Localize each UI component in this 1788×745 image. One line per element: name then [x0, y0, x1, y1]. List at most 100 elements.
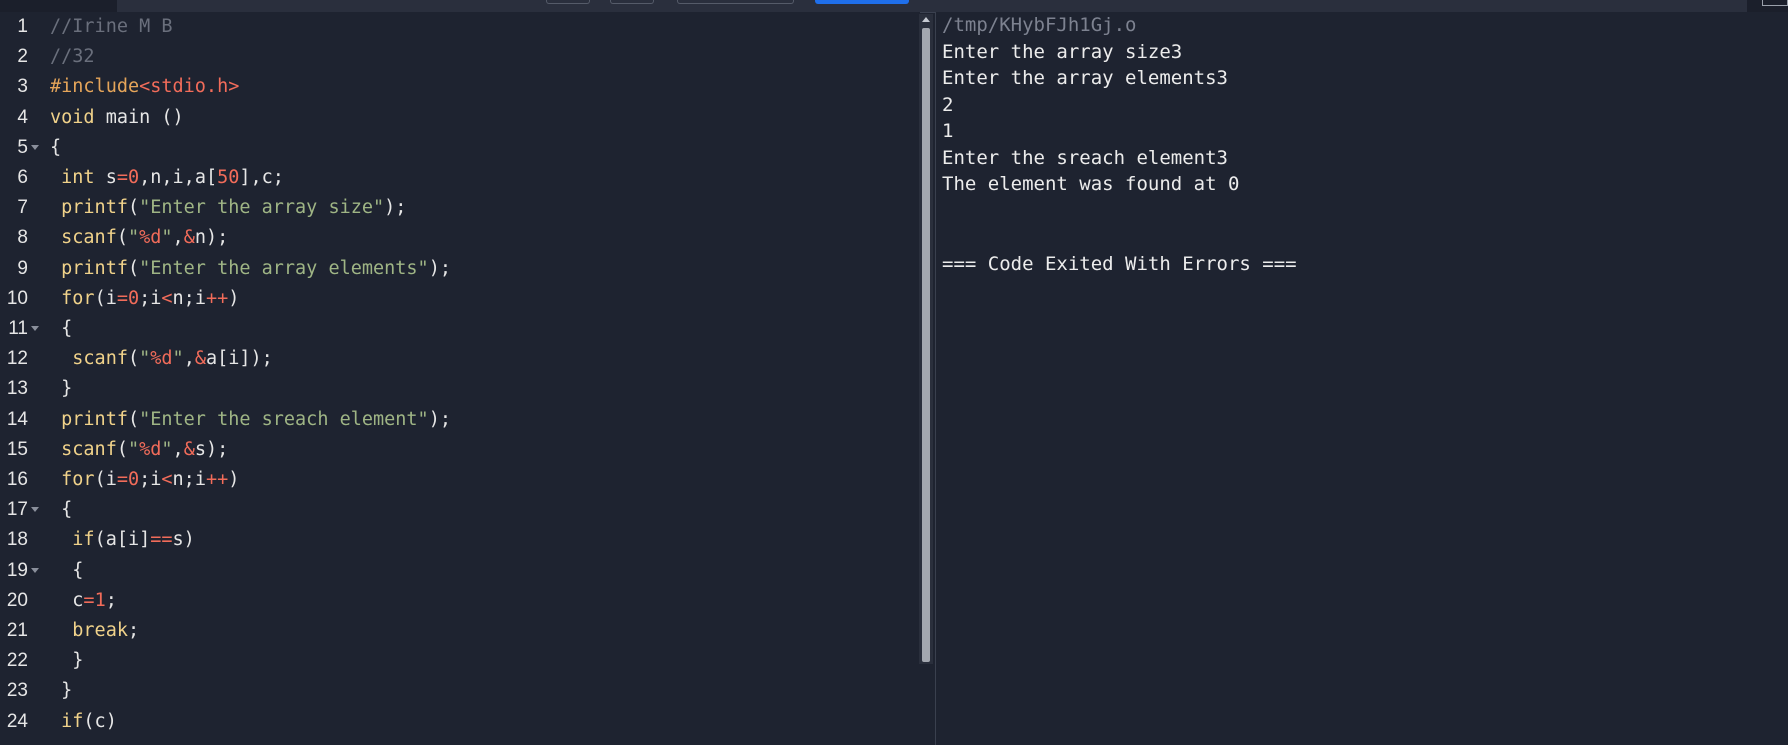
code-line[interactable]: 24 if(c): [0, 707, 900, 737]
code-line[interactable]: 15 scanf("%d",&s);: [0, 435, 900, 465]
code-token: }: [50, 650, 84, 672]
code-token: ;i: [139, 287, 162, 309]
window-control-icon[interactable]: [1762, 0, 1788, 6]
code-token: a[i]);: [205, 348, 273, 370]
code-line[interactable]: 23 }: [0, 676, 900, 706]
fold-arrow-icon[interactable]: [31, 326, 39, 331]
code-token: c: [50, 589, 84, 611]
line-number: 9: [17, 257, 28, 279]
code-token: %d: [150, 348, 173, 370]
code-token: &: [183, 438, 195, 460]
code-line[interactable]: 22 }: [0, 646, 900, 676]
code-line[interactable]: 6 int s=0,n,i,a[50],c;: [0, 163, 900, 193]
output-console: /tmp/KHybFJh1Gj.o Enter the array size3 En…: [936, 12, 1788, 745]
code-line[interactable]: 19 {: [0, 556, 900, 586]
code-line[interactable]: 17 {: [0, 495, 900, 525]
code-line[interactable]: 14 printf("Enter the sreach element");: [0, 405, 900, 435]
line-number: 7: [17, 197, 28, 219]
line-number: 13: [6, 378, 28, 400]
line-number: 5: [17, 136, 28, 158]
code-token: ;i: [139, 469, 162, 490]
output-line: Enter the array elements3: [942, 67, 1228, 89]
code-editor[interactable]: 1 //Irine M B 2 //32 3 #include<stdio.h> 4 void…: [0, 12, 920, 745]
code-token: %d: [139, 438, 162, 460]
code-token: =: [83, 589, 95, 611]
toolbar-button-3[interactable]: [677, 0, 794, 4]
code-text: break;: [50, 616, 139, 646]
code-token: if: [61, 710, 84, 732]
scroll-thumb[interactable]: [922, 28, 930, 662]
run-button[interactable]: [815, 0, 909, 4]
output-line: === Code Exited With Errors ===: [942, 252, 1297, 275]
code-token: ): [228, 469, 240, 490]
code-text: for(i=0;i<n;i++): [50, 465, 239, 495]
code-token: %d: [139, 227, 162, 249]
output-line: 1: [942, 120, 954, 142]
code-line[interactable]: 2 //32: [0, 42, 900, 72]
code-token: {: [50, 499, 73, 521]
line-number: 18: [6, 529, 28, 551]
code-line[interactable]: 9 printf("Enter the array elements");: [0, 254, 900, 284]
code-token: 0: [127, 469, 140, 490]
code-token: (: [127, 257, 140, 279]
code-text: //Irine M B: [50, 12, 173, 42]
code-token: 1: [94, 589, 106, 611]
code-token: void: [50, 106, 95, 128]
code-line[interactable]: 18 if(a[i]==s): [0, 525, 900, 555]
code-token: s: [94, 167, 117, 188]
code-token: (: [127, 408, 140, 430]
line-number: 16: [6, 469, 28, 490]
scroll-up-arrow-icon[interactable]: [922, 17, 930, 22]
code-line[interactable]: 4 void main (): [0, 103, 900, 133]
toolbar-button-1[interactable]: [546, 0, 590, 4]
code-token: (: [116, 438, 128, 460]
code-text: }: [50, 676, 72, 706]
code-token: ): [228, 287, 240, 309]
code-line[interactable]: 12 scanf("%d",&a[i]);: [0, 344, 900, 374]
code-line[interactable]: 8 scanf("%d",&n);: [0, 223, 900, 253]
code-line[interactable]: 16 for(i=0;i<n;i++): [0, 465, 900, 495]
code-token: break: [72, 620, 128, 641]
code-line[interactable]: 21 break;: [0, 616, 900, 646]
code-line[interactable]: 1 //Irine M B: [0, 12, 900, 42]
editor-scrollbar[interactable]: [919, 14, 933, 664]
code-token: scanf: [61, 227, 117, 249]
line-number: 3: [17, 76, 28, 98]
code-text: scanf("%d",&s);: [50, 435, 228, 465]
fold-arrow-icon[interactable]: [31, 507, 39, 513]
code-token: int: [61, 167, 95, 188]
code-line[interactable]: 11 {: [0, 314, 900, 344]
code-text: printf("Enter the sreach element");: [50, 405, 451, 435]
code-token: ": [139, 348, 151, 370]
fold-arrow-icon[interactable]: [31, 567, 39, 573]
code-line[interactable]: 3 #include<stdio.h>: [0, 72, 900, 102]
code-token: {: [50, 136, 62, 158]
code-token: n;i: [172, 287, 206, 309]
code-line[interactable]: 7 printf("Enter the array size");: [0, 193, 900, 223]
code-token: printf: [61, 197, 128, 219]
code-token: ": [127, 438, 140, 460]
code-token: );: [428, 408, 451, 430]
code-token: "Enter the sreach element": [139, 408, 429, 430]
code-token: ": [127, 227, 140, 249]
code-token: 50: [217, 167, 240, 188]
code-token: );: [428, 257, 451, 279]
line-number: 20: [6, 589, 28, 611]
fold-arrow-icon[interactable]: [31, 144, 39, 150]
code-token: ;: [127, 620, 140, 641]
code-token: 0: [127, 287, 140, 309]
toolbar-button-2[interactable]: [610, 0, 654, 4]
code-token: printf: [61, 257, 128, 279]
code-line[interactable]: 5{: [0, 133, 900, 163]
code-token: {: [50, 318, 73, 339]
code-line[interactable]: 20 c=1;: [0, 586, 900, 616]
line-number: 2: [17, 46, 28, 68]
code-text: int s=0,n,i,a[50],c;: [50, 163, 284, 193]
code-token: printf: [61, 408, 128, 430]
code-line[interactable]: 10 for(i=0;i<n;i++): [0, 284, 900, 314]
code-line[interactable]: 13 }: [0, 374, 900, 404]
